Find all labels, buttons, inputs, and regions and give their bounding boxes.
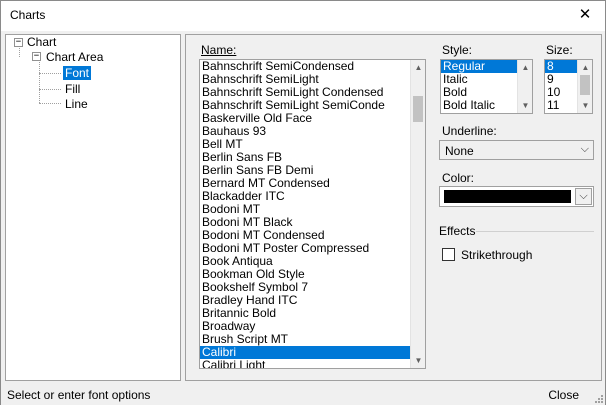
font-list-item[interactable]: Bauhaus 93: [200, 125, 425, 138]
color-label: Color:: [442, 171, 475, 185]
font-list-item[interactable]: Blackadder ITC: [200, 190, 425, 203]
size-list-scrollbar[interactable]: ▲ ▼: [577, 60, 592, 113]
tree-item-font[interactable]: Font: [63, 66, 92, 80]
scroll-up-icon[interactable]: ▲: [518, 60, 532, 75]
scroll-thumb[interactable]: [413, 96, 423, 122]
font-list-items: Bahnschrift SemiCondensed Bahnschrift Sem…: [200, 60, 425, 368]
font-style-list[interactable]: Regular Italic Bold Bold Italic ▲ ▼: [440, 59, 533, 114]
font-list-item[interactable]: Berlin Sans FB: [200, 151, 425, 164]
font-list-item[interactable]: Bernard MT Condensed: [200, 177, 425, 190]
scroll-down-icon[interactable]: ▼: [518, 98, 532, 113]
font-list-item[interactable]: Bookman Old Style: [200, 268, 425, 281]
font-size-list[interactable]: 8 9 10 11 ▲ ▼: [544, 59, 593, 114]
font-list-item[interactable]: Bradley Hand ITC: [200, 294, 425, 307]
tree-item-label: Fill: [65, 82, 81, 96]
collapse-icon[interactable]: −: [14, 38, 23, 47]
size-label: Size:: [546, 43, 573, 57]
font-options-panel: Name: Bahnschrift SemiCondensed Bahnschri…: [185, 34, 602, 381]
font-list-item[interactable]: Berlin Sans FB Demi: [200, 164, 425, 177]
effects-divider: [476, 231, 594, 232]
window-title: Charts: [10, 8, 46, 22]
font-list-scrollbar[interactable]: ▲ ▼: [410, 60, 425, 368]
font-list-item[interactable]: Broadway: [200, 320, 425, 333]
charts-dialog: Charts ✕ − Chart − Chart Area Font Fill …: [0, 0, 606, 405]
font-list-item[interactable]: Bell MT: [200, 138, 425, 151]
style-list-scrollbar[interactable]: ▲ ▼: [517, 60, 532, 113]
options-tree: − Chart − Chart Area Font Fill Line: [5, 34, 181, 381]
strikethrough-label[interactable]: Strikethrough: [461, 248, 532, 262]
underline-dropdown[interactable]: None ⌵: [439, 140, 594, 160]
font-list-item[interactable]: Bahnschrift SemiLight Condensed: [200, 86, 425, 99]
font-list-item[interactable]: Bodoni MT: [200, 203, 425, 216]
font-list-item[interactable]: Bahnschrift SemiLight SemiConde: [200, 99, 425, 112]
close-button[interactable]: Close: [548, 388, 579, 402]
chevron-down-icon[interactable]: ⌵: [575, 188, 592, 205]
font-list-item[interactable]: Brush Script MT: [200, 333, 425, 346]
collapse-icon[interactable]: −: [32, 52, 41, 61]
tree-connector: [39, 103, 61, 104]
font-list-item[interactable]: Bahnschrift SemiCondensed: [200, 60, 425, 73]
scroll-thumb[interactable]: [580, 75, 590, 95]
tree-item-label: Chart Area: [46, 50, 104, 64]
tree-item-label: Font: [63, 66, 92, 80]
close-icon[interactable]: ✕: [575, 5, 595, 25]
tree-item-line[interactable]: Line: [65, 97, 88, 111]
font-list-item[interactable]: Bodoni MT Poster Compressed: [200, 242, 425, 255]
tree-connector: [39, 73, 61, 74]
font-list-item[interactable]: Bahnschrift SemiLight: [200, 73, 425, 86]
font-list-item[interactable]: Britannic Bold: [200, 307, 425, 320]
font-list-item[interactable]: Calibri: [200, 346, 425, 359]
underline-label: Underline:: [442, 124, 497, 138]
font-list-item[interactable]: Bodoni MT Black: [200, 216, 425, 229]
name-label: Name:: [201, 43, 237, 57]
font-list-item[interactable]: Bodoni MT Condensed: [200, 229, 425, 242]
strikethrough-checkbox[interactable]: [442, 248, 455, 261]
style-label: Style:: [442, 43, 473, 57]
tree-connector: [19, 48, 20, 57]
tree-item-label: Chart: [27, 35, 57, 49]
title-bar: Charts ✕: [1, 1, 605, 31]
font-list-item[interactable]: Book Antiqua: [200, 255, 425, 268]
font-list-item[interactable]: Baskerville Old Face: [200, 112, 425, 125]
underline-value: None: [445, 144, 474, 158]
tree-item-chart-area[interactable]: Chart Area: [46, 50, 103, 64]
tree-connector: [39, 89, 61, 90]
tree-connector: [39, 62, 40, 103]
resize-grip-icon[interactable]: [593, 393, 603, 403]
font-name-list[interactable]: Bahnschrift SemiCondensed Bahnschrift Sem…: [199, 59, 426, 369]
scroll-down-icon[interactable]: ▼: [411, 353, 425, 368]
tree-item-label: Line: [65, 97, 88, 111]
chevron-down-icon: ⌵: [580, 143, 589, 155]
font-list-item[interactable]: Calibri Light: [200, 359, 425, 368]
scroll-down-icon[interactable]: ▼: [578, 98, 592, 113]
scroll-up-icon[interactable]: ▲: [411, 60, 425, 75]
status-text: Select or enter font options: [7, 388, 151, 402]
font-list-item[interactable]: Bookshelf Symbol 7: [200, 281, 425, 294]
effects-label: Effects: [439, 224, 476, 238]
color-picker[interactable]: ⌵: [439, 186, 594, 207]
tree-item-chart[interactable]: Chart: [27, 35, 56, 49]
status-bar: Select or enter font options Close: [1, 384, 605, 405]
scroll-up-icon[interactable]: ▲: [578, 60, 592, 75]
color-swatch: [444, 190, 571, 203]
tree-item-fill[interactable]: Fill: [65, 82, 80, 96]
